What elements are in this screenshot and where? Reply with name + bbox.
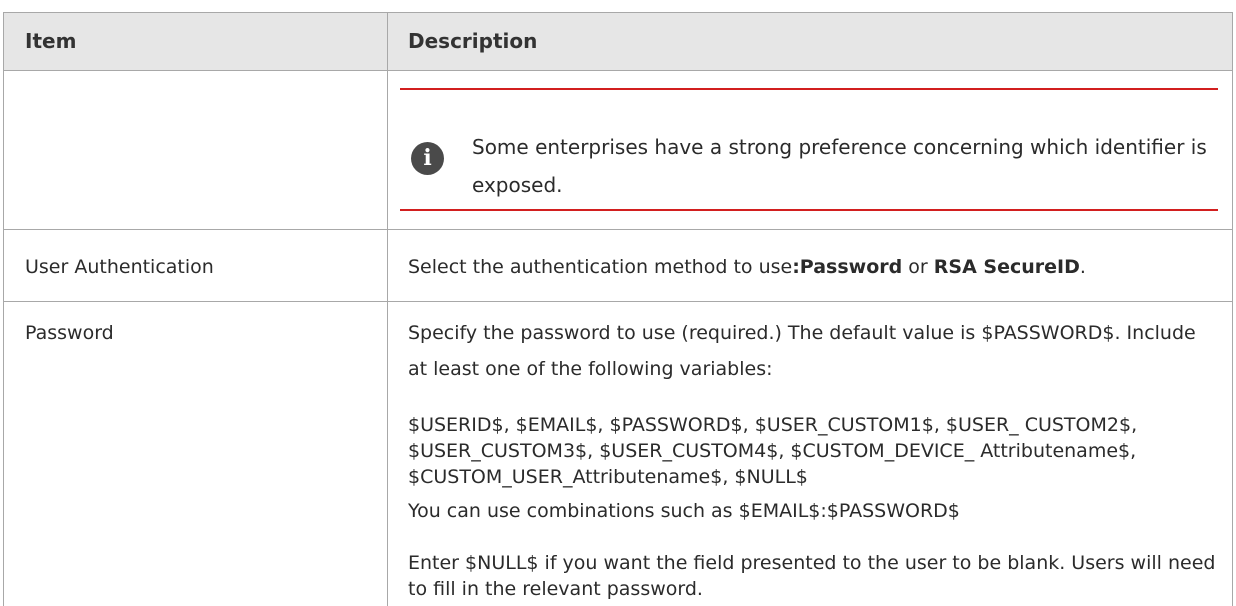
- item-user-authentication: User Authentication: [25, 256, 214, 278]
- row-separator: [4, 229, 1232, 230]
- password-paragraph-3: You can use combinations such as $EMAIL$…: [408, 500, 960, 522]
- option-password: :Password: [792, 256, 903, 278]
- row-separator: [4, 301, 1232, 302]
- password-paragraph-2: $USERID$, $EMAIL$, $PASSWORD$, $USER_CUS…: [408, 414, 1138, 488]
- description-user-authentication: Select the authentication method to use:…: [408, 253, 1218, 281]
- properties-table: Item Description i Some enterprises have…: [3, 12, 1233, 606]
- password-paragraph-4: Enter $NULL$ if you want the field prese…: [408, 552, 1216, 600]
- note-top-rule: [400, 88, 1218, 90]
- note-text: Some enterprises have a strong preferenc…: [472, 135, 1207, 197]
- desc-connector: or: [902, 256, 934, 278]
- option-rsa-secureid: RSA SecureID: [933, 256, 1080, 278]
- column-divider: [387, 13, 388, 606]
- desc-suffix: .: [1079, 256, 1086, 278]
- item-password: Password: [25, 322, 114, 344]
- table-header-row: Item Description: [4, 13, 1232, 71]
- header-item: Item: [25, 29, 77, 53]
- info-icon: i: [411, 142, 444, 175]
- note-bottom-rule: [400, 209, 1218, 211]
- header-description: Description: [408, 29, 538, 53]
- password-paragraph-1: Specify the password to use (required.) …: [408, 322, 1196, 380]
- desc-prefix: Select the authentication method to use: [408, 256, 793, 278]
